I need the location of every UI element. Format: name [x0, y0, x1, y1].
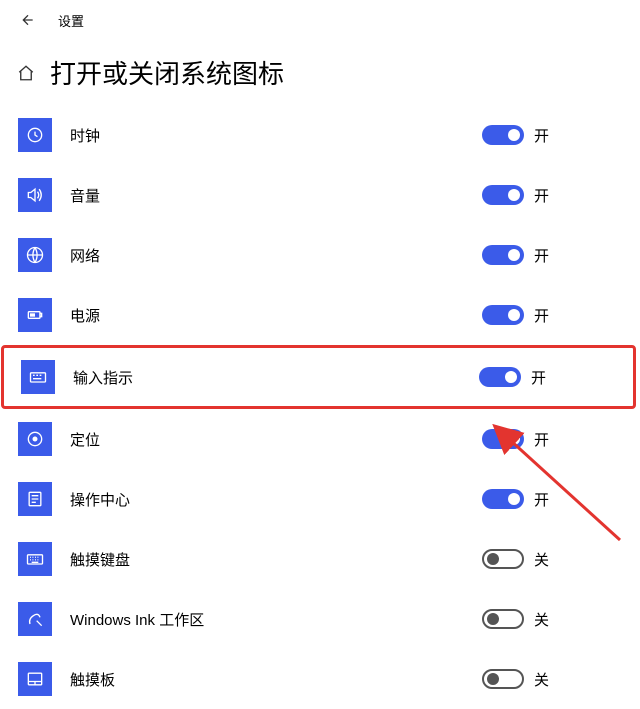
setting-label: 定位 [52, 429, 482, 450]
toggle-group: 关 [482, 549, 622, 570]
toggle-group: 开 [482, 185, 622, 206]
toggle-group: 开 [482, 429, 622, 450]
title-row: 打开或关闭系统图标 [0, 34, 640, 105]
input-icon [21, 360, 55, 394]
ink-icon [18, 602, 52, 636]
toggle-state-label: 开 [534, 185, 554, 206]
toggle-switch[interactable] [482, 489, 524, 509]
volume-icon [18, 178, 52, 212]
setting-label: 输入指示 [55, 367, 479, 388]
touchpad-icon [18, 662, 52, 696]
setting-row-location: 定位 开 [18, 409, 622, 469]
setting-label: 电源 [52, 305, 482, 326]
toggle-switch[interactable] [479, 367, 521, 387]
setting-row-touchpad: 触摸板 关 [18, 649, 622, 709]
toggle-switch[interactable] [482, 185, 524, 205]
battery-icon [18, 298, 52, 332]
setting-label: 操作中心 [52, 489, 482, 510]
toggle-state-label: 开 [534, 305, 554, 326]
setting-row-ink: Windows Ink 工作区 关 [18, 589, 622, 649]
keyboard-icon [18, 542, 52, 576]
toggle-switch[interactable] [482, 429, 524, 449]
toggle-group: 开 [482, 125, 622, 146]
toggle-switch[interactable] [482, 125, 524, 145]
toggle-group: 开 [479, 367, 619, 388]
header: 设置 [0, 0, 640, 34]
toggle-group: 关 [482, 669, 622, 690]
action-icon [18, 482, 52, 516]
toggle-state-label: 开 [534, 489, 554, 510]
setting-label: 触摸键盘 [52, 549, 482, 570]
toggle-group: 开 [482, 489, 622, 510]
app-title: 设置 [58, 11, 84, 30]
toggle-state-label: 开 [531, 367, 551, 388]
setting-label: 网络 [52, 245, 482, 266]
setting-row-input: 输入指示 开 [1, 345, 636, 409]
toggle-switch[interactable] [482, 669, 524, 689]
settings-list: 时钟开音量开网络开电源开输入指示开定位开操作中心开触摸键盘关Windows In… [0, 105, 640, 709]
toggle-state-label: 开 [534, 429, 554, 450]
toggle-switch[interactable] [482, 305, 524, 325]
setting-row-volume: 音量 开 [18, 165, 622, 225]
setting-label: 触摸板 [52, 669, 482, 690]
setting-row-action: 操作中心 开 [18, 469, 622, 529]
toggle-state-label: 开 [534, 245, 554, 266]
toggle-group: 开 [482, 305, 622, 326]
toggle-state-label: 关 [534, 549, 554, 570]
page-title: 打开或关闭系统图标 [50, 54, 284, 91]
setting-label: Windows Ink 工作区 [52, 609, 482, 630]
toggle-state-label: 关 [534, 609, 554, 630]
setting-label: 音量 [52, 185, 482, 206]
setting-row-battery: 电源 开 [18, 285, 622, 345]
toggle-switch[interactable] [482, 609, 524, 629]
setting-label: 时钟 [52, 125, 482, 146]
clock-icon [18, 118, 52, 152]
setting-row-network: 网络 开 [18, 225, 622, 285]
toggle-state-label: 开 [534, 125, 554, 146]
setting-row-keyboard: 触摸键盘 关 [18, 529, 622, 589]
toggle-switch[interactable] [482, 549, 524, 569]
home-button[interactable] [16, 63, 36, 83]
toggle-group: 开 [482, 245, 622, 266]
toggle-group: 关 [482, 609, 622, 630]
back-button[interactable] [16, 10, 36, 30]
setting-row-clock: 时钟 开 [18, 105, 622, 165]
toggle-switch[interactable] [482, 245, 524, 265]
toggle-state-label: 关 [534, 669, 554, 690]
location-icon [18, 422, 52, 456]
network-icon [18, 238, 52, 272]
